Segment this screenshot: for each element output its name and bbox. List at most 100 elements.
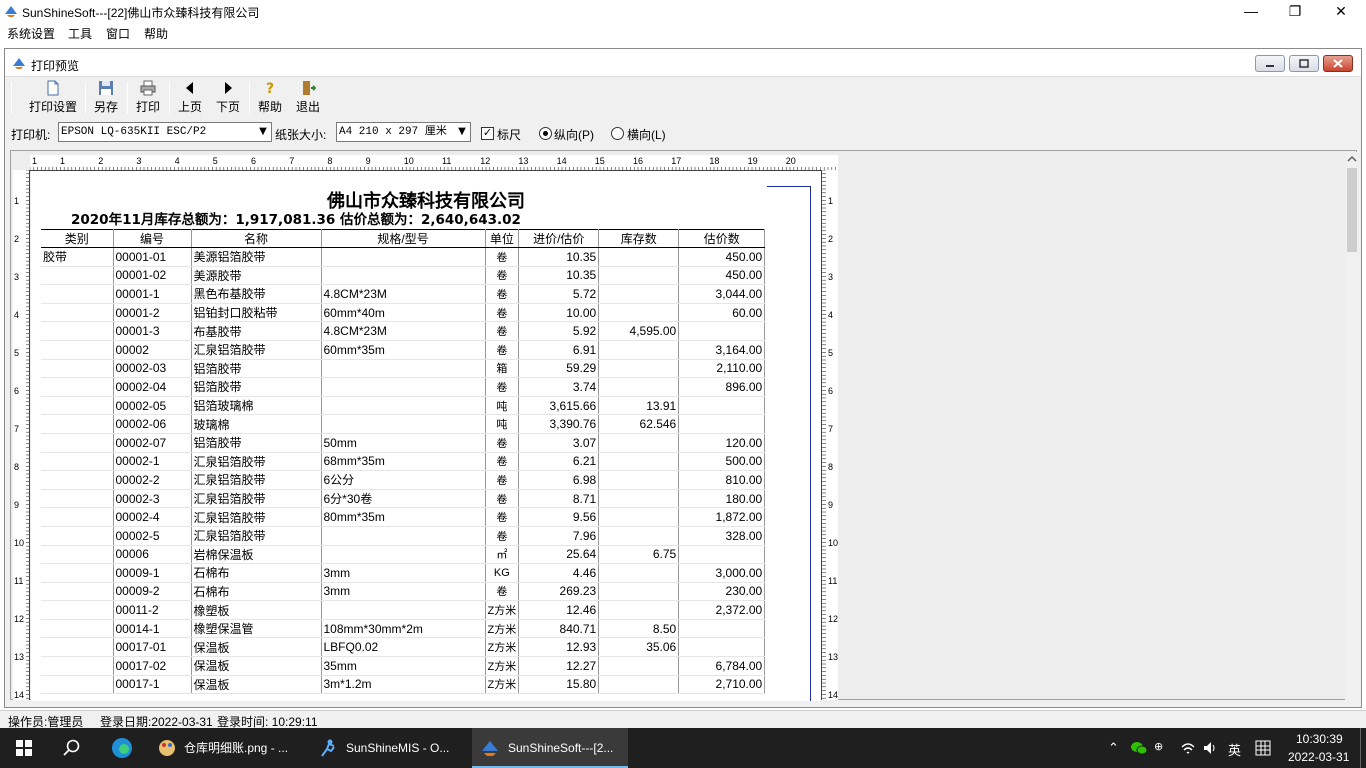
table-cell [598, 247, 680, 267]
table-cell: 00002-1 [113, 452, 192, 472]
print-button[interactable]: 打印 [133, 80, 163, 116]
table-row: 00002-03 铝箔胶带 箱 59.29 2,110.00 [41, 359, 766, 379]
table-cell: 卷 [485, 377, 520, 397]
menu-tools[interactable]: 工具 [68, 25, 92, 42]
table-cell [41, 303, 114, 323]
table-cell: 00017-1 [113, 675, 192, 695]
ruler-number: 9 [365, 156, 371, 166]
table-cell [678, 619, 766, 639]
ruler-number: 11 [828, 576, 838, 586]
table-row: 00002-5 汇泉铝箔胶带 卷 7.96 328.00 [41, 526, 766, 546]
table-row: 00002-1 汇泉铝箔胶带 68mm*35m 卷 6.21 500.00 [41, 452, 766, 472]
calendar-grid-icon[interactable] [1255, 740, 1271, 756]
table-cell: 6公分 [321, 470, 486, 490]
printer-select[interactable]: EPSON LQ-635KII ESC/P2 ▼ [58, 122, 272, 142]
table-cell: 500.00 [678, 452, 766, 472]
table-cell: 180.00 [678, 489, 766, 509]
next-page-button[interactable]: 下页 [213, 80, 243, 116]
menu-help[interactable]: 帮助 [144, 25, 168, 42]
clock-time[interactable]: 10:30:39 [1296, 732, 1343, 746]
child-minimize-button[interactable] [1255, 55, 1285, 72]
prev-page-button[interactable]: 上页 [175, 80, 205, 116]
table-cell: 00002-5 [113, 526, 192, 546]
show-desktop-button[interactable] [1360, 728, 1361, 768]
table-cell: 3m*1.2m [321, 675, 486, 695]
table-cell: 68mm*35m [321, 452, 486, 472]
ruler-number: 6 [828, 386, 834, 396]
menu-system-settings[interactable]: 系统设置 [7, 25, 55, 42]
child-close-button[interactable] [1323, 55, 1353, 72]
table-cell: 269.23 [518, 582, 600, 602]
volume-icon[interactable] [1202, 740, 1218, 756]
close-button[interactable]: ✕ [1318, 0, 1364, 22]
app-logo-icon [482, 741, 498, 756]
table-row: 00002-2 汇泉铝箔胶带 6公分卷 6.98 810.00 [41, 470, 766, 490]
chevron-up-icon[interactable]: ⌃ [1108, 740, 1119, 756]
clock-date[interactable]: 2022-03-31 [1288, 750, 1349, 764]
portrait-radio[interactable] [539, 127, 552, 140]
table-cell [321, 377, 486, 397]
table-row: 00002-06 玻璃棉 吨 3,390.76 62.546 [41, 414, 766, 434]
table-cell: Z方米 [485, 619, 520, 639]
taskbar: 仓库明细账.png - ... SunShineMIS - O... SunSh… [0, 728, 1366, 768]
column-header: 类别 [41, 229, 114, 248]
ruler-number: 13 [518, 156, 529, 166]
table-cell: 4,595.00 [598, 321, 680, 341]
ruler-number: 18 [709, 156, 720, 166]
wifi-icon[interactable] [1180, 740, 1196, 756]
search-icon[interactable] [63, 739, 81, 757]
print-options-row: 打印机: EPSON LQ-635KII ESC/P2 ▼ 纸张大小: A4 2… [11, 122, 1355, 146]
ruler-number: 13 [14, 652, 25, 662]
landscape-radio[interactable] [611, 127, 624, 140]
save-as-button[interactable]: 另存 [91, 80, 121, 116]
windows-start-icon[interactable] [16, 740, 32, 756]
ruler-number: 4 [174, 156, 180, 166]
table-cell: 3,164.00 [678, 340, 766, 360]
table-cell: 6,784.00 [678, 656, 766, 676]
table-cell [598, 600, 680, 620]
minimize-icon [1266, 65, 1274, 67]
ruler-checkbox[interactable]: ✓ [481, 127, 494, 140]
menu-bar: 系统设置 工具 窗口 帮助 [0, 22, 1366, 42]
paper-size-select[interactable]: A4 210 x 297 厘米 ▼ [336, 122, 471, 142]
restore-button[interactable]: ❐ [1272, 0, 1318, 22]
table-row: 00009-1 石棉布 3mm KG 4.46 3,000.00 [41, 563, 766, 583]
column-header: 库存数 [598, 229, 680, 248]
title-bar: SunShineSoft---[22]佛山市众臻科技有限公司 — ❐ ✕ [0, 0, 1366, 22]
table-cell: 00002-04 [113, 377, 192, 397]
table-header-row: 类别 编号 名称 规格/型号 单位 进价/估价 库存数 估价数 [41, 229, 766, 248]
table-cell: 80mm*35m [321, 507, 486, 527]
table-cell: 00002-06 [113, 414, 192, 434]
table-cell: 50mm [321, 433, 486, 453]
print-setup-button[interactable]: 打印设置 [25, 80, 81, 116]
table-row: 00011-2 橡塑板 Z方米 12.46 2,372.00 [41, 600, 766, 620]
taskbar-item-sunshinesoft[interactable]: SunShineSoft---[2... [472, 728, 628, 768]
ruler-number: 4 [14, 310, 20, 320]
taskbar-item-image-viewer[interactable]: 仓库明细账.png - ... [152, 728, 302, 768]
menu-window[interactable]: 窗口 [106, 25, 130, 42]
table-cell [598, 526, 680, 546]
help-button[interactable]: ? 帮助 [255, 80, 285, 116]
table-cell: 9.56 [518, 507, 600, 527]
table-cell [598, 284, 680, 304]
taskbar-item-sunshinemis[interactable]: SunShineMIS - O... [312, 728, 467, 768]
close-icon [1333, 59, 1343, 68]
table-row: 00017-02 保温板 35mm Z方米 12.27 6,784.00 [41, 656, 766, 676]
scrollbar-thumb[interactable] [1347, 168, 1357, 252]
ruler-number: 8 [14, 462, 20, 472]
vertical-scrollbar[interactable] [1345, 152, 1359, 700]
table-row: 00002-04 铝箔胶带 卷 3.74 896.00 [41, 377, 766, 397]
table-cell: 6.75 [598, 545, 680, 565]
input-language[interactable]: 英 [1228, 740, 1241, 759]
ime-mode-icon[interactable]: ⊕ [1154, 740, 1163, 753]
minimize-button[interactable]: — [1228, 0, 1274, 22]
exit-button[interactable]: 退出 [293, 80, 323, 116]
table-cell: 450.00 [678, 247, 766, 267]
printer-label: 打印机: [11, 128, 51, 142]
edge-browser-icon[interactable] [111, 737, 133, 759]
wechat-icon[interactable] [1130, 740, 1148, 756]
paper-size-label: 纸张大小: [275, 128, 327, 142]
table-cell: 35.06 [598, 637, 680, 658]
child-restore-button[interactable] [1289, 55, 1319, 72]
table-cell: 布基胶带 [191, 321, 322, 341]
